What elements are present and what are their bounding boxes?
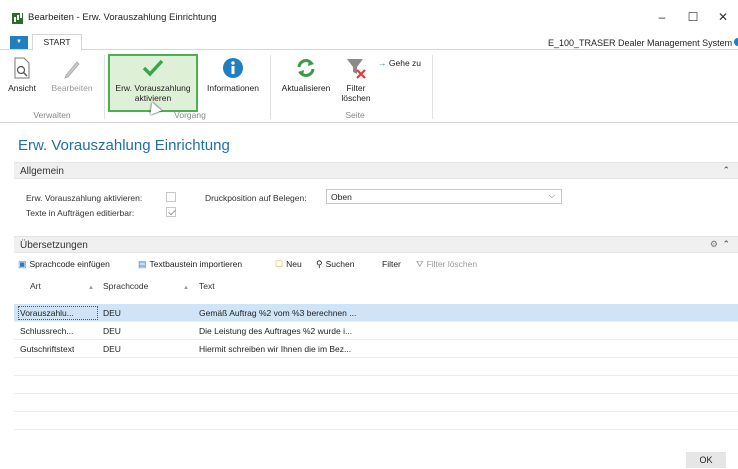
view-label: Ansicht bbox=[8, 83, 36, 93]
edit-texts-checkbox[interactable] bbox=[166, 207, 176, 217]
column-header-text[interactable]: Text bbox=[199, 281, 215, 291]
table-row-empty[interactable] bbox=[14, 394, 738, 412]
import-text-block-label: Textbaustein importieren bbox=[149, 259, 243, 269]
view-document-icon bbox=[14, 57, 30, 79]
search-label: Suchen bbox=[325, 259, 355, 269]
import-text-block-button[interactable]: ▤ Textbaustein importieren bbox=[138, 259, 242, 270]
section-header-translations[interactable]: Übersetzungen ⚙ ⌃ bbox=[14, 236, 738, 253]
collapse-caret-icon[interactable]: ⌃ bbox=[722, 239, 730, 250]
settings-gear-icon[interactable]: ⚙ bbox=[710, 239, 718, 250]
minimize-button[interactable]: – bbox=[651, 9, 673, 25]
ribbon-separator bbox=[432, 55, 433, 119]
group-label-process: Vorgang bbox=[174, 110, 206, 120]
print-position-value: Oben bbox=[331, 192, 352, 202]
info-icon bbox=[223, 58, 243, 78]
new-label: Neu bbox=[286, 259, 302, 269]
column-header-art[interactable]: Art bbox=[30, 281, 41, 291]
edit-button[interactable]: Bearbeiten bbox=[44, 56, 100, 93]
group-label-manage: Verwalten bbox=[33, 110, 71, 120]
window-title: Bearbeiten - Erw. Vorauszahlung Einricht… bbox=[28, 12, 217, 23]
arrow-right-icon: → bbox=[378, 58, 387, 68]
insert-language-code-label: Sprachcode einfügen bbox=[29, 259, 110, 269]
section-title-general: Allgemein bbox=[20, 166, 64, 177]
clear-filter-label-line2: löschen bbox=[341, 93, 371, 103]
cell-language[interactable]: DEU bbox=[103, 308, 121, 318]
cell-text[interactable]: Die Leistung des Auftrages %2 wurde i... bbox=[199, 326, 352, 336]
filter-button[interactable]: Filter bbox=[382, 259, 401, 269]
table-row[interactable]: Schlussrech... DEU Die Leistung des Auft… bbox=[14, 322, 738, 340]
section-header-general[interactable]: Allgemein ⌃ bbox=[14, 162, 738, 179]
close-button[interactable]: ✕ bbox=[712, 9, 734, 25]
refresh-button[interactable]: Aktualisieren bbox=[274, 56, 338, 93]
binoculars-icon: ⚲ bbox=[316, 259, 323, 269]
collapse-caret-icon[interactable]: ⌃ bbox=[722, 165, 730, 176]
ok-button[interactable]: OK bbox=[686, 452, 726, 468]
language-icon: ▣ bbox=[18, 259, 27, 269]
app-icon bbox=[12, 13, 23, 24]
search-button[interactable]: ⚲ Suchen bbox=[316, 259, 354, 270]
section-title-translations: Übersetzungen bbox=[20, 240, 88, 251]
clear-filter-toolbar-label: Filter löschen bbox=[426, 259, 478, 269]
insert-language-code-button[interactable]: ▣ Sprachcode einfügen bbox=[18, 259, 110, 270]
table-row[interactable]: Gutschriftstext DEU Hiermit schreiben wi… bbox=[14, 340, 738, 358]
information-label: Informationen bbox=[207, 83, 259, 93]
checkmark-icon bbox=[142, 59, 164, 77]
filter-clear-icon: ⛛ bbox=[416, 259, 424, 269]
clear-filter-label-line1: Filter bbox=[346, 83, 366, 93]
cell-text[interactable]: Hiermit schreiben wir Ihnen die im Bez..… bbox=[199, 344, 351, 354]
import-icon: ▤ bbox=[138, 259, 147, 269]
cell-art[interactable]: Gutschriftstext bbox=[20, 344, 74, 354]
tab-start[interactable]: START bbox=[32, 34, 82, 51]
activate-label-line1: Erw. Vorauszahlung bbox=[115, 83, 191, 93]
page-title: Erw. Vorauszahlung Einrichtung bbox=[18, 137, 230, 154]
table-row-empty[interactable] bbox=[14, 358, 738, 376]
sort-arrow-icon: ▲ bbox=[183, 285, 189, 291]
table-row-empty[interactable] bbox=[14, 412, 738, 430]
group-label-page: Seite bbox=[345, 110, 365, 120]
table-row[interactable]: Vorauszahlu... DEU Gemäß Auftrag %2 vom … bbox=[14, 304, 738, 322]
system-name: E_100_TRASER Dealer Management System bbox=[548, 38, 733, 48]
activate-prepayment-checkbox[interactable] bbox=[166, 192, 176, 202]
new-button[interactable]: ☐ Neu bbox=[275, 259, 302, 270]
information-button[interactable]: Informationen bbox=[200, 56, 266, 93]
chevron-down-icon: ⌵ bbox=[548, 191, 555, 200]
cell-language[interactable]: DEU bbox=[103, 344, 121, 354]
view-button[interactable]: Ansicht bbox=[2, 56, 42, 93]
clear-filter-button[interactable]: Filter löschen bbox=[336, 56, 376, 103]
goto-label: Gehe zu bbox=[388, 58, 422, 68]
sort-arrow-icon: ▲ bbox=[88, 285, 94, 291]
edit-texts-label: Texte in Aufträgen editierbar: bbox=[26, 208, 135, 218]
pencil-icon bbox=[64, 61, 80, 79]
print-position-label: Druckposition auf Belegen: bbox=[205, 193, 307, 203]
cell-art[interactable]: Schlussrech... bbox=[20, 326, 73, 336]
new-document-icon: ☐ bbox=[275, 259, 284, 269]
table-row-empty[interactable] bbox=[14, 376, 738, 394]
info-dot-icon[interactable] bbox=[734, 38, 738, 46]
maximize-button[interactable]: ☐ bbox=[682, 9, 704, 25]
activate-prepayment-label: Erw. Vorauszahlung aktivieren: bbox=[26, 193, 143, 203]
goto-button[interactable]: → Gehe zu bbox=[378, 58, 421, 68]
file-menu-button[interactable]: ▼ bbox=[10, 36, 28, 49]
cell-language[interactable]: DEU bbox=[103, 326, 121, 336]
activate-prepayment-content[interactable]: Erw. Vorauszahlung aktivieren bbox=[108, 56, 198, 103]
ribbon-separator bbox=[270, 55, 271, 119]
refresh-icon bbox=[297, 59, 315, 77]
column-header-language[interactable]: Sprachcode bbox=[103, 281, 148, 291]
filter-clear-icon bbox=[347, 59, 366, 79]
refresh-label: Aktualisieren bbox=[281, 83, 331, 93]
print-position-select[interactable]: Oben ⌵ bbox=[326, 189, 562, 204]
filter-label: Filter bbox=[382, 259, 401, 269]
cell-art[interactable]: Vorauszahlu... bbox=[18, 306, 98, 320]
edit-label: Bearbeiten bbox=[51, 83, 93, 93]
clear-filter-toolbar-button[interactable]: ⛛ Filter löschen bbox=[416, 259, 477, 270]
ribbon-separator bbox=[104, 55, 105, 119]
cell-text[interactable]: Gemäß Auftrag %2 vom %3 berechnen ... bbox=[199, 308, 356, 318]
